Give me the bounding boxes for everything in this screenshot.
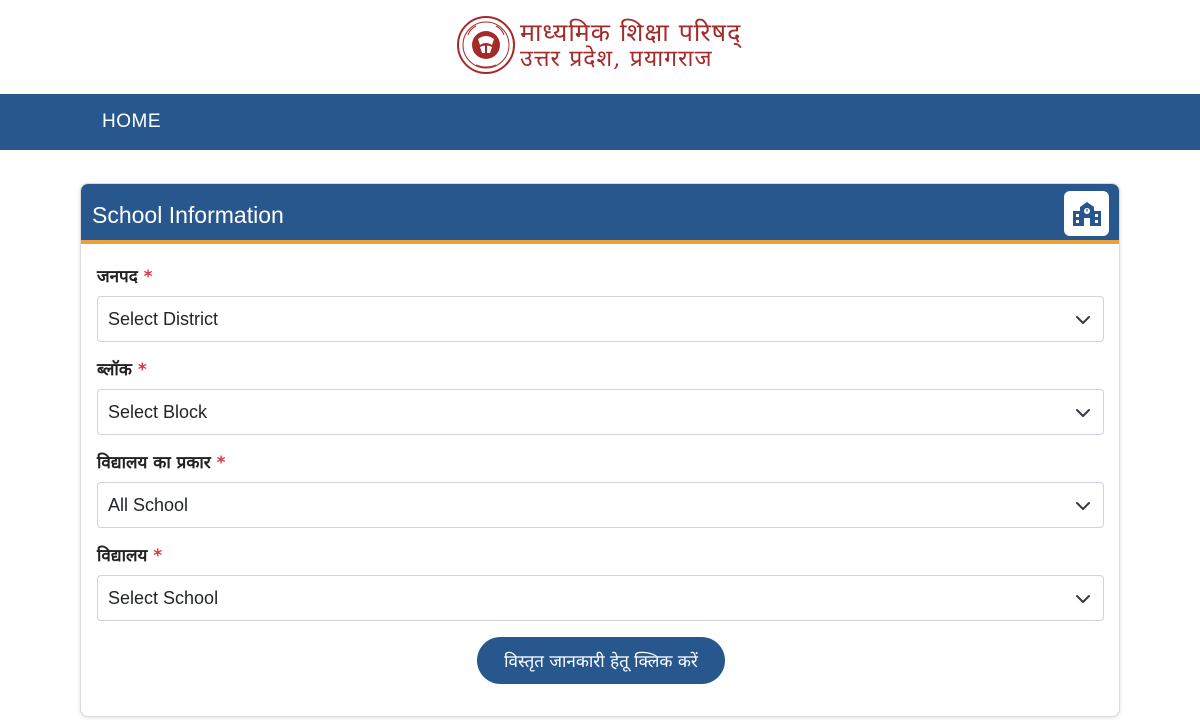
block-field: ब्लॉक * Select Block — [97, 357, 1104, 435]
card-title: School Information — [92, 202, 284, 228]
site-logo[interactable]: माध्यमिक शिक्षा परिषद् उत्तर प्रदेश, प्र… — [456, 14, 746, 76]
block-label: ब्लॉक — [97, 360, 132, 380]
school-field: विद्यालय * Select School — [97, 543, 1104, 621]
school-information-card: School Information जनपद * Select Distric… — [80, 183, 1120, 717]
district-label: जनपद — [97, 267, 138, 287]
chevron-down-icon — [1076, 316, 1090, 324]
chevron-down-icon — [1076, 409, 1090, 417]
required-mark: * — [153, 546, 163, 566]
school-building-icon — [1064, 191, 1109, 236]
block-select[interactable]: Select Block — [97, 389, 1104, 435]
view-details-button[interactable]: विस्तृत जानकारी हेतू क्लिक करें — [477, 637, 725, 684]
required-mark: * — [137, 360, 147, 380]
school-select[interactable]: Select School — [97, 575, 1104, 621]
block-select-value: Select Block — [108, 402, 208, 422]
school-type-label: विद्यालय का प्रकार — [97, 453, 211, 473]
card-header: School Information — [81, 184, 1119, 244]
nav-home-link[interactable]: HOME — [102, 111, 161, 133]
logo-title-line2: उत्तर प्रदेश, प्रयागराज — [520, 45, 713, 72]
logo-title-line1: माध्यमिक शिक्षा परिषद् — [520, 17, 742, 47]
school-select-value: Select School — [108, 588, 219, 608]
chevron-down-icon — [1076, 502, 1090, 510]
required-mark: * — [143, 267, 153, 287]
school-label: विद्यालय — [97, 546, 148, 566]
required-mark: * — [216, 453, 226, 473]
chevron-down-icon — [1076, 595, 1090, 603]
main-navbar: HOME — [0, 94, 1200, 150]
school-type-select[interactable]: All School — [97, 482, 1104, 528]
school-type-select-value: All School — [108, 495, 189, 515]
district-field: जनपद * Select District — [97, 264, 1104, 342]
district-select[interactable]: Select District — [97, 296, 1104, 342]
district-select-value: Select District — [108, 309, 219, 329]
school-type-field: विद्यालय का प्रकार * All School — [97, 450, 1104, 528]
site-header: माध्यमिक शिक्षा परिषद् उत्तर प्रदेश, प्र… — [0, 0, 1200, 94]
up-govt-seal-icon — [457, 16, 515, 74]
